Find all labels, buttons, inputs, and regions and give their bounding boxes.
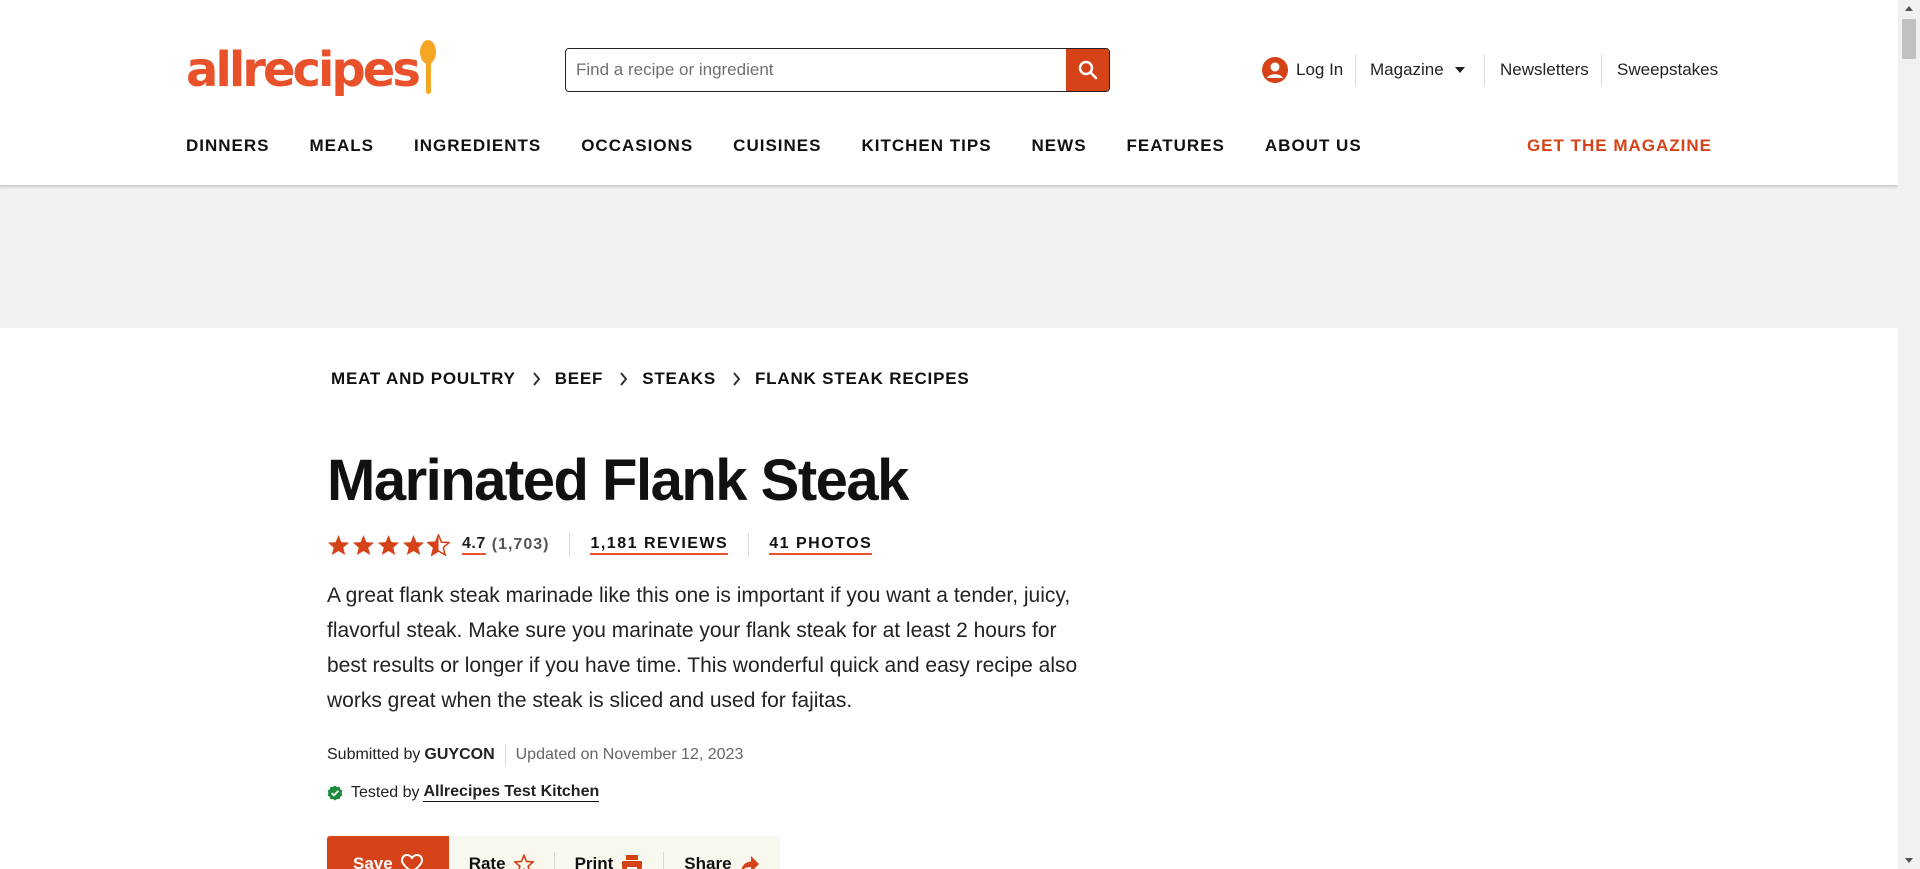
rate-button[interactable]: Rate: [449, 836, 554, 869]
star-outline-icon: [513, 854, 534, 869]
search-icon: [1078, 60, 1097, 80]
nav-item-kitchen-tips[interactable]: KITCHEN TIPS: [861, 136, 991, 156]
star-rating[interactable]: [327, 534, 452, 556]
recipe-description: A great flank steak marinade like this o…: [327, 584, 1078, 712]
divider: [748, 533, 750, 557]
divider: [504, 744, 506, 766]
rate-label: Rate: [468, 854, 506, 869]
photos-link[interactable]: 41 PHOTOS: [769, 535, 873, 555]
newsletters-link[interactable]: Newsletters: [1500, 58, 1589, 82]
nav-item-cuisines[interactable]: CUISINES: [733, 136, 821, 156]
logo-text: allrecipes: [186, 42, 421, 98]
save-label: Save: [353, 854, 393, 869]
user-account-icon: [1262, 57, 1288, 83]
recipe-title: Marinated Flank Steak: [327, 448, 909, 513]
divider: [1484, 54, 1485, 86]
byline: Submitted by GUYCON Updated on November …: [327, 744, 743, 766]
site-header: allrecipes Log In Magazine: [0, 0, 1898, 185]
breadcrumb-item-beef[interactable]: BEEF: [555, 369, 604, 389]
get-the-magazine-link[interactable]: GET THE MAGAZINE: [1527, 136, 1712, 156]
star-icon: [327, 534, 350, 556]
reviews-link[interactable]: 1,181 REVIEWS: [590, 535, 729, 555]
magazine-label: Magazine: [1370, 60, 1444, 79]
print-label: Print: [574, 854, 614, 869]
star-icon: [352, 534, 375, 556]
magazine-dropdown[interactable]: Magazine: [1370, 58, 1466, 82]
chevron-right-icon: [619, 372, 628, 386]
nav-item-ingredients[interactable]: INGREDIENTS: [414, 136, 541, 156]
save-button[interactable]: Save: [327, 836, 449, 869]
nav-item-about-us[interactable]: ABOUT US: [1265, 136, 1362, 156]
caret-down-icon: [1454, 67, 1465, 73]
half-star-icon: [427, 534, 450, 556]
submitted-by-label: Submitted by: [327, 746, 421, 763]
recipe-actions: Save Rate Print Share: [327, 836, 780, 869]
share-label: Share: [684, 854, 732, 869]
divider: [569, 533, 571, 557]
nav-item-features[interactable]: FEATURES: [1127, 136, 1225, 156]
printer-icon: [622, 855, 643, 869]
breadcrumb-item-meat-and-poultry[interactable]: MEAT AND POULTRY: [331, 369, 516, 389]
star-icon: [377, 534, 400, 556]
nav-item-meals[interactable]: MEALS: [310, 136, 375, 156]
star-icon: [402, 534, 425, 556]
search-bar: [565, 48, 1110, 92]
tested-by: Tested by Allrecipes Test Kitchen: [327, 783, 600, 802]
newsletters-label: Newsletters: [1500, 60, 1589, 79]
sweepstakes-link[interactable]: Sweepstakes: [1617, 58, 1718, 82]
heart-icon: [400, 854, 423, 869]
divider: [1601, 54, 1602, 86]
test-kitchen-link[interactable]: Allrecipes Test Kitchen: [423, 783, 600, 802]
chevron-right-icon: [732, 372, 741, 386]
breadcrumb-item-flank-steak-recipes[interactable]: FLANK STEAK RECIPES: [755, 369, 970, 389]
main-nav: DINNERS MEALS INGREDIENTS OCCASIONS CUIS…: [186, 136, 1402, 156]
rating-value[interactable]: 4.7: [462, 535, 486, 555]
author-link[interactable]: GUYCON: [424, 746, 494, 764]
verified-check-icon: [327, 785, 343, 800]
updated-date: Updated on November 12, 2023: [515, 746, 744, 763]
login-label: Log In: [1296, 60, 1344, 79]
search-input[interactable]: [566, 49, 1066, 91]
scroll-down-arrow-icon[interactable]: [1898, 852, 1920, 869]
nav-item-news[interactable]: NEWS: [1032, 136, 1087, 156]
tested-by-label: Tested by: [351, 783, 420, 801]
nav-item-dinners[interactable]: DINNERS: [186, 136, 270, 156]
share-button[interactable]: Share: [664, 836, 779, 869]
rating-row: 4.7 (1,703) 1,181 REVIEWS 41 PHOTOS: [327, 532, 873, 558]
search-button[interactable]: [1066, 49, 1109, 91]
scroll-up-arrow-icon[interactable]: [1898, 0, 1920, 17]
allrecipes-logo[interactable]: allrecipes: [186, 40, 438, 100]
vertical-scrollbar[interactable]: [1898, 0, 1920, 869]
scrollbar-thumb[interactable]: [1902, 19, 1916, 59]
sweepstakes-label: Sweepstakes: [1617, 60, 1719, 79]
login-link[interactable]: Log In: [1262, 57, 1344, 83]
ad-placeholder: [0, 185, 1898, 328]
nav-item-occasions[interactable]: OCCASIONS: [581, 136, 693, 156]
page: allrecipes Log In Magazine: [0, 0, 1898, 869]
spoon-icon: [419, 40, 438, 100]
breadcrumb-item-steaks[interactable]: STEAKS: [642, 369, 716, 389]
rating-count: (1,703): [491, 536, 550, 553]
breadcrumb: MEAT AND POULTRY BEEF STEAKS FLANK STEAK…: [331, 369, 970, 389]
chevron-right-icon: [532, 372, 541, 386]
print-button[interactable]: Print: [555, 836, 664, 869]
share-arrow-icon: [741, 856, 759, 869]
divider: [1355, 54, 1356, 86]
